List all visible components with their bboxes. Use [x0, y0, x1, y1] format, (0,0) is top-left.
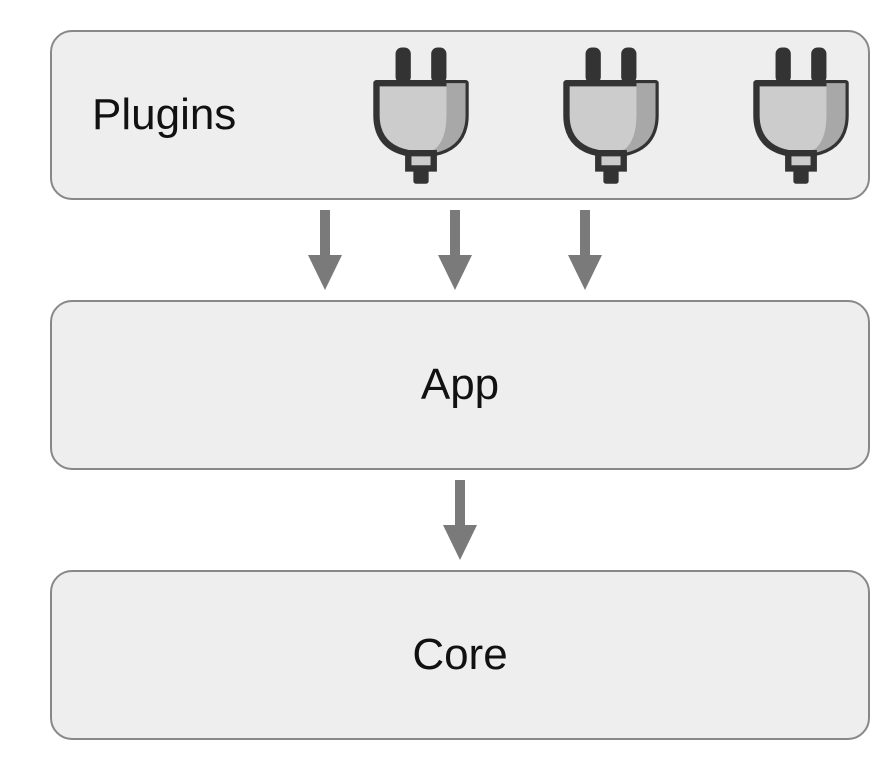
plugins-label: Plugins	[92, 90, 236, 140]
arrows-plugins-to-app	[50, 200, 870, 300]
core-label: Core	[412, 630, 507, 680]
plug-icon	[736, 45, 866, 185]
app-box: App	[50, 300, 870, 470]
arrow-app-to-core	[50, 470, 870, 570]
app-label: App	[421, 360, 499, 410]
plug-icons-row	[356, 45, 866, 185]
core-box: Core	[50, 570, 870, 740]
diagram: Plugins	[50, 30, 870, 740]
arrow-down-icon	[430, 205, 480, 295]
plugins-box: Plugins	[50, 30, 870, 200]
plug-icon	[546, 45, 676, 185]
arrow-down-icon	[300, 205, 350, 295]
arrow-down-icon	[435, 475, 485, 565]
plug-icon	[356, 45, 486, 185]
arrow-down-icon	[560, 205, 610, 295]
